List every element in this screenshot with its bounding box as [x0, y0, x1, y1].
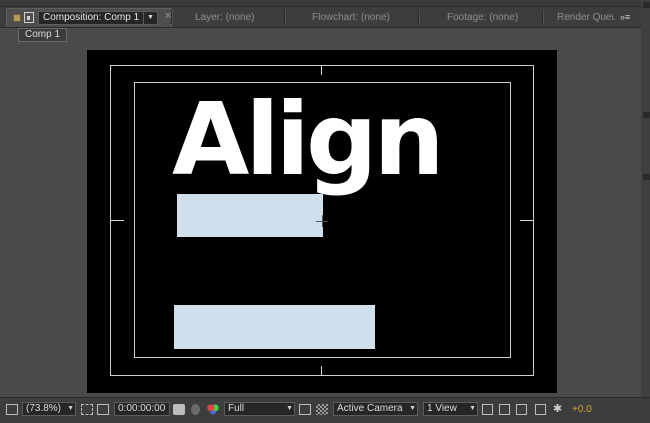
resolution-value: Full: [228, 403, 245, 414]
camera-view-select[interactable]: Active Camera ▼: [333, 402, 418, 416]
viewer-toolbar: (73.8%) ▼ 0:00:00:00 Full ▼ Active Camer…: [0, 397, 650, 423]
view-layout-select[interactable]: 1 View ▼: [423, 402, 478, 416]
center-tick-right: [520, 220, 534, 221]
panel-menu-icon[interactable]: »≡: [620, 11, 634, 23]
exposure-value[interactable]: +0.0: [572, 404, 592, 416]
region-of-interest-icon[interactable]: [299, 404, 311, 415]
align-text-layer[interactable]: Align: [172, 90, 445, 200]
composition-icon: [24, 12, 34, 23]
anchor-crosshair: [322, 215, 323, 227]
timeline-icon[interactable]: [516, 404, 527, 415]
top-stripe: [0, 0, 650, 7]
panel-tab-bar: Composition: Comp 1 ▼ ✕ Layer: (none) Fl…: [0, 7, 650, 28]
chevron-down-icon[interactable]: ▼: [286, 403, 293, 415]
flowchart-icon[interactable]: [535, 404, 546, 415]
composition-select[interactable]: Composition: Comp 1 ▼: [38, 11, 158, 25]
chevron-down-icon[interactable]: ▼: [67, 403, 74, 415]
grid-guides-icon[interactable]: [81, 404, 93, 415]
tab-render-queue[interactable]: Render Queu: [557, 11, 615, 25]
center-tick-left: [110, 220, 124, 221]
solid-layer-bottom[interactable]: [174, 305, 375, 349]
magnification-select[interactable]: (73.8%) ▼: [22, 402, 76, 416]
snapshot-camera-icon[interactable]: [173, 404, 185, 415]
show-snapshot-icon[interactable]: [191, 404, 200, 415]
color-channels-icon[interactable]: [207, 404, 219, 415]
view-layout-value: 1 View: [427, 403, 457, 414]
camera-view-value: Active Camera: [337, 403, 403, 414]
center-tick-top: [321, 66, 322, 75]
tab-layer[interactable]: Layer: (none): [195, 11, 254, 25]
panel-edge-notch: [643, 112, 650, 118]
composition-select-label: Composition: Comp 1: [43, 12, 140, 23]
center-tick-bottom: [321, 366, 322, 376]
tab-divider: [418, 10, 420, 24]
magnification-value: (73.8%): [26, 403, 62, 414]
reset-exposure-icon[interactable]: ✱: [553, 404, 565, 415]
tab-divider: [284, 10, 286, 24]
solid-layer-top[interactable]: [177, 194, 323, 237]
toggle-pixel-aspect-icon[interactable]: [482, 404, 493, 415]
resolution-select[interactable]: Full ▼: [224, 402, 295, 416]
composition-tab[interactable]: Composition: Comp 1 ▼ ✕: [6, 8, 172, 27]
timecode-value: 0:00:00:00: [118, 403, 166, 414]
timecode-field[interactable]: 0:00:00:00: [114, 402, 170, 416]
always-preview-icon[interactable]: [6, 404, 18, 415]
tab-flowchart[interactable]: Flowchart: (none): [312, 11, 390, 25]
panel-edge-notch: [643, 2, 650, 8]
tab-divider: [542, 10, 544, 24]
chevron-down-icon[interactable]: ▼: [409, 403, 416, 415]
transparency-grid-icon[interactable]: [316, 404, 328, 415]
composition-navigator-bar: Comp 1: [0, 28, 650, 44]
lock-icon[interactable]: [13, 14, 21, 22]
mask-visibility-icon[interactable]: [97, 404, 109, 415]
comp-navigator-button[interactable]: Comp 1: [18, 28, 67, 42]
tab-divider: [171, 10, 173, 24]
tab-footage[interactable]: Footage: (none): [447, 11, 518, 25]
panel-edge-notch: [643, 174, 650, 180]
panel-edge: [641, 0, 650, 422]
chevron-down-icon[interactable]: ▼: [143, 12, 157, 24]
fast-previews-icon[interactable]: [499, 404, 510, 415]
chevron-down-icon[interactable]: ▼: [469, 403, 476, 415]
